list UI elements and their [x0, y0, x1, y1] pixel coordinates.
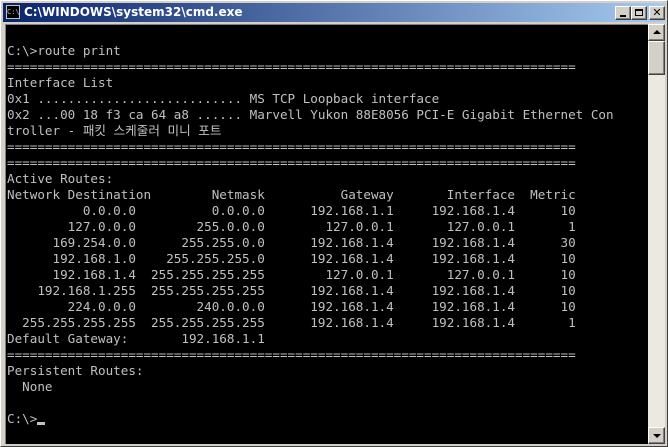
- arrow-up-icon: [653, 30, 661, 34]
- close-button[interactable]: ✕: [649, 6, 665, 20]
- scroll-up-button[interactable]: [648, 24, 665, 41]
- cmd-icon[interactable]: C:\: [6, 5, 20, 19]
- console-line: 169.254.0.0 255.255.0.0 192.168.1.4 192.…: [7, 235, 576, 250]
- minimize-icon: [620, 15, 626, 17]
- close-icon: ✕: [652, 6, 662, 19]
- scroll-thumb[interactable]: [648, 41, 665, 75]
- console-line: Network Destination Netmask Gateway Inte…: [7, 187, 576, 202]
- arrow-down-icon: [653, 434, 661, 438]
- console-line: 192.168.1.0 255.255.255.0 192.168.1.4 19…: [7, 251, 576, 266]
- console-line: Default Gateway: 192.168.1.1: [7, 331, 265, 346]
- console-line: None: [7, 379, 53, 394]
- console-line: ========================================…: [7, 155, 576, 170]
- console-line: Interface List: [7, 75, 114, 90]
- console-line: ========================================…: [7, 347, 576, 362]
- console-line: Persistent Routes:: [7, 363, 144, 378]
- window-title: C:\WINDOWS\system32\cmd.exe: [24, 5, 243, 19]
- console-line: 127.0.0.0 255.0.0.0 127.0.0.1 127.0.0.1 …: [7, 219, 576, 234]
- minimize-button[interactable]: [615, 6, 631, 20]
- text-cursor: [37, 422, 46, 425]
- console-line: C:\>route print: [7, 43, 121, 58]
- maximize-icon: [635, 9, 643, 16]
- vertical-scrollbar[interactable]: [648, 24, 665, 444]
- maximize-button[interactable]: [631, 6, 647, 20]
- console-line: 0.0.0.0 0.0.0.0 192.168.1.1 192.168.1.4 …: [7, 203, 576, 218]
- console-line: troller - 패킷 스케줄러 미니 포트: [7, 123, 222, 138]
- console-line: ========================================…: [7, 139, 576, 154]
- console-line: ========================================…: [7, 59, 576, 74]
- cmd-window: C:\ C:\WINDOWS\system32\cmd.exe ✕ C:\>ro…: [0, 0, 668, 447]
- console-line: C:\>: [7, 411, 38, 426]
- console-line: 224.0.0.0 240.0.0.0 192.168.1.4 192.168.…: [7, 299, 576, 314]
- title-bar[interactable]: C:\ C:\WINDOWS\system32\cmd.exe ✕: [3, 3, 665, 22]
- scroll-down-button[interactable]: [648, 427, 665, 444]
- console-line: Active Routes:: [7, 171, 114, 186]
- console-text: C:\>route print ========================…: [7, 43, 614, 427]
- console-line: 192.168.1.255 255.255.255.255 192.168.1.…: [7, 283, 576, 298]
- console-output[interactable]: C:\>route print ========================…: [5, 24, 648, 444]
- console-line: 0x1 ........................... MS TCP L…: [7, 91, 440, 106]
- console-line: 255.255.255.255 255.255.255.255 192.168.…: [7, 315, 576, 330]
- console-line: 192.168.1.4 255.255.255.255 127.0.0.1 12…: [7, 267, 576, 282]
- console-line: 0x2 ...00 18 f3 ca 64 a8 ...... Marvell …: [7, 107, 614, 122]
